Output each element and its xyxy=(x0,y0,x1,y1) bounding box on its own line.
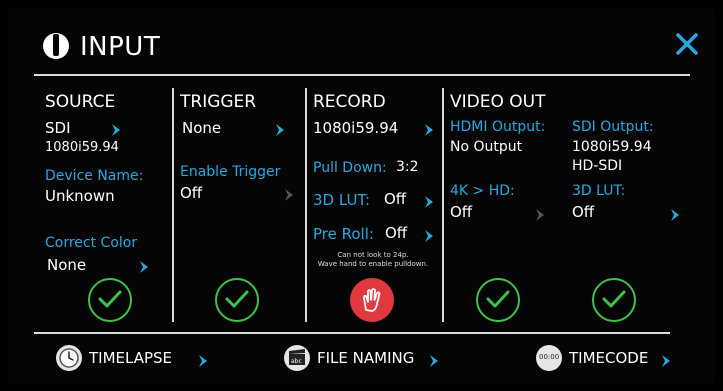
trigger-value[interactable]: None xyxy=(182,119,221,137)
chevron-right-icon xyxy=(429,352,439,371)
column-divider xyxy=(305,88,307,322)
record-lut-label: 3D LUT: xyxy=(313,191,371,209)
timecode-button[interactable]: 00:00 TIMECODE xyxy=(536,344,696,372)
record-title: RECORD xyxy=(313,92,386,112)
sdi-output-label: SDI Output: xyxy=(572,119,654,135)
hdmi-output-value[interactable]: No Output xyxy=(450,139,522,155)
chevron-right-icon[interactable] xyxy=(111,121,121,140)
source-input-value[interactable]: SDI xyxy=(45,119,71,137)
timecode-label: TIMECODE xyxy=(569,349,649,367)
file-naming-label: FILE NAMING xyxy=(317,349,415,367)
close-icon[interactable] xyxy=(675,32,699,60)
header-divider xyxy=(34,74,690,76)
device-name-label: Device Name: xyxy=(45,168,144,184)
record-note-line1: Can not look to 24p. xyxy=(337,251,409,259)
clapperboard-icon: abc xyxy=(284,345,310,371)
source-ok-check-icon xyxy=(88,278,132,322)
chevron-right-disabled-icon xyxy=(284,186,294,205)
timelapse-label: TIMELAPSE xyxy=(89,349,173,367)
column-divider xyxy=(172,88,174,322)
chevron-right-icon[interactable] xyxy=(424,121,434,140)
chevron-right-icon[interactable] xyxy=(670,206,680,225)
record-note-line2: Wave hand to enable pulldown. xyxy=(317,260,429,268)
file-icon-text: abc xyxy=(291,358,302,365)
record-wave-hand-icon[interactable] xyxy=(350,278,394,322)
footer-divider xyxy=(34,332,670,334)
preroll-value[interactable]: Off xyxy=(385,224,407,242)
timecode-icon: 00:00 xyxy=(536,345,562,371)
chevron-right-icon xyxy=(661,352,671,371)
page-title: INPUT xyxy=(80,32,161,62)
timecode-icon-text: 00:00 xyxy=(539,353,560,361)
column-divider xyxy=(442,88,444,322)
timelapse-button[interactable]: TIMELAPSE xyxy=(56,344,216,372)
sdi-output-value[interactable]: 1080i59.94 xyxy=(572,139,652,155)
trigger-title: TRIGGER xyxy=(180,92,257,112)
record-note: Can not look to 24p. Wave hand to enable… xyxy=(308,251,438,269)
clock-icon xyxy=(56,345,82,371)
chevron-right-icon xyxy=(198,352,208,371)
input-connector-icon xyxy=(42,30,70,66)
chevron-right-disabled-icon xyxy=(535,206,545,225)
source-title: SOURCE xyxy=(45,92,116,112)
correct-color-label: Correct Color xyxy=(45,235,138,251)
source-format: 1080i59.94 xyxy=(45,140,119,155)
device-name-value: Unknown xyxy=(45,187,115,205)
enable-trigger-value[interactable]: Off xyxy=(180,184,202,202)
chevron-right-icon[interactable] xyxy=(424,227,434,246)
chevron-right-icon[interactable] xyxy=(424,193,434,212)
hdmi-output-label: HDMI Output: xyxy=(450,119,546,135)
chevron-right-icon[interactable] xyxy=(139,258,149,277)
k4-hd-value[interactable]: Off xyxy=(450,203,472,221)
video-out-title: VIDEO OUT xyxy=(450,92,546,112)
pulldown-value: 3:2 xyxy=(396,159,419,175)
chevron-right-icon[interactable] xyxy=(275,121,285,140)
sdi-output-type: HD-SDI xyxy=(572,158,623,174)
input-screen: INPUT SOURCE SDI 1080i59.94 Device Name:… xyxy=(8,8,715,384)
file-naming-button[interactable]: abc FILE NAMING xyxy=(284,344,444,372)
record-format[interactable]: 1080i59.94 xyxy=(313,119,398,137)
preroll-label: Pre Roll: xyxy=(313,225,374,243)
hdmi-ok-check-icon xyxy=(476,278,520,322)
sdi-lut-label: 3D LUT: xyxy=(572,183,626,199)
record-lut-value[interactable]: Off xyxy=(384,190,406,208)
k4-hd-label: 4K > HD: xyxy=(450,183,515,199)
enable-trigger-label: Enable Trigger xyxy=(180,164,281,180)
pulldown-label: Pull Down: xyxy=(313,160,387,176)
correct-color-value[interactable]: None xyxy=(47,256,86,274)
trigger-ok-check-icon xyxy=(215,278,259,322)
sdi-lut-value[interactable]: Off xyxy=(572,203,594,221)
sdi-ok-check-icon xyxy=(592,278,636,322)
